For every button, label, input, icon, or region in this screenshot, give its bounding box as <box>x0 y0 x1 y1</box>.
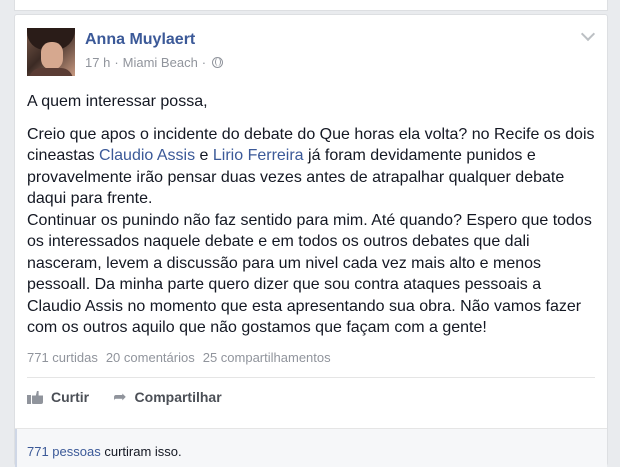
post-paragraph-2: Continuar os punindo não faz sentido par… <box>27 211 592 337</box>
paragraph-text: e <box>195 147 213 164</box>
likes-summary: 771 pessoas curtiram isso. <box>27 444 182 459</box>
meta-separator-2: · <box>201 55 207 70</box>
post-actions: Curtir ➦ Compartilhar <box>27 387 222 407</box>
post-meta: 17 h · Miami Beach · <box>85 55 224 70</box>
post-greeting: A quem interessar possa, <box>27 93 208 110</box>
share-label: Compartilhar <box>134 389 222 405</box>
post-time[interactable]: 17 h <box>85 55 110 70</box>
post-body: A quem interessar possa, Creio que apos … <box>27 91 599 339</box>
thumbs-up-icon <box>27 390 43 404</box>
accent-bar <box>15 429 17 467</box>
shares-count[interactable]: 25 compartilhamentos <box>203 350 331 365</box>
globe-icon[interactable] <box>212 57 224 68</box>
post-card: Anna Muylaert 17 h · Miami Beach · A que… <box>14 14 608 467</box>
link-lirio-ferreira[interactable]: Lirio Ferreira <box>213 147 304 164</box>
likes-people-link[interactable]: 771 pessoas <box>27 444 101 459</box>
chevron-down-icon[interactable] <box>580 26 596 42</box>
author-name[interactable]: Anna Muylaert <box>85 31 195 49</box>
comments-count[interactable]: 20 comentários <box>106 350 195 365</box>
post-location[interactable]: Miami Beach <box>123 55 198 70</box>
share-button[interactable]: ➦ Compartilhar <box>113 387 222 407</box>
like-label: Curtir <box>51 389 90 405</box>
likes-count[interactable]: 771 curtidas <box>27 350 98 365</box>
like-button[interactable]: Curtir <box>27 387 89 407</box>
link-claudio-assis[interactable]: Claudio Assis <box>99 147 195 164</box>
author-avatar[interactable] <box>27 28 75 76</box>
likes-summary-bar: 771 pessoas curtiram isso. <box>15 428 607 467</box>
share-arrow-icon: ➦ <box>113 389 127 406</box>
post-stats: 771 curtidas 20 comentários 25 compartil… <box>27 350 331 365</box>
likes-summary-suffix: curtiram isso. <box>100 444 182 459</box>
previous-post-edge <box>14 0 608 11</box>
post-paragraph-1: Creio que apos o incidente do debate do … <box>27 124 599 210</box>
meta-separator: · <box>114 55 119 70</box>
divider <box>27 377 595 378</box>
